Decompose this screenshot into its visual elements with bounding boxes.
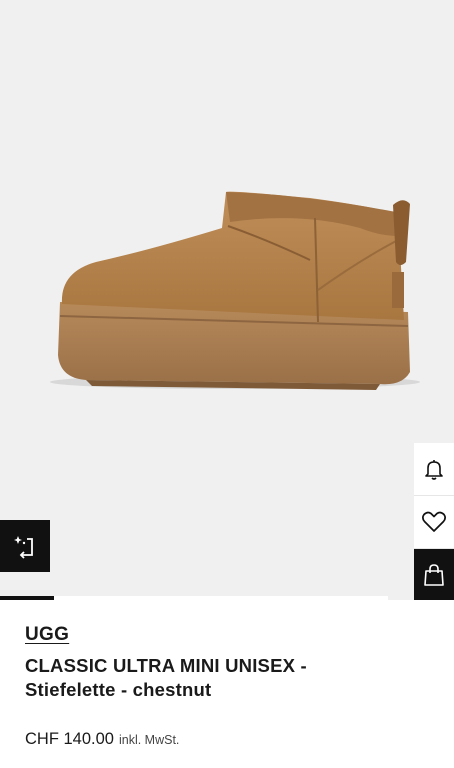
brand-link[interactable]: UGG <box>25 624 69 646</box>
wishlist-button[interactable] <box>414 496 454 549</box>
compare-button[interactable] <box>0 520 50 572</box>
action-stack <box>414 443 454 600</box>
add-to-bag-button[interactable] <box>414 549 454 600</box>
product-image <box>50 191 420 390</box>
product-image-gallery[interactable] <box>0 0 454 600</box>
tax-note: inkl. MwSt. <box>118 733 180 747</box>
compare-icon <box>14 536 33 559</box>
notify-button[interactable] <box>414 443 454 496</box>
product-title-line1: CLASSIC ULTRA MINI UNISEX - <box>25 655 307 676</box>
product-price: CHF 140.00 <box>25 730 114 748</box>
product-title-line2: Stiefelette - chestnut <box>25 679 212 700</box>
heart-icon <box>422 511 446 532</box>
product-title: CLASSIC ULTRA MINI UNISEX - Stiefelette … <box>25 654 434 702</box>
price-row: CHF 140.00 inkl. MwSt. <box>25 730 434 749</box>
product-info: UGG CLASSIC ULTRA MINI UNISEX - Stiefele… <box>25 624 434 749</box>
gallery-progress-fill <box>0 596 55 600</box>
gallery-progress-bar <box>0 596 388 600</box>
bell-icon <box>425 460 443 480</box>
shopping-bag-icon <box>424 564 444 586</box>
